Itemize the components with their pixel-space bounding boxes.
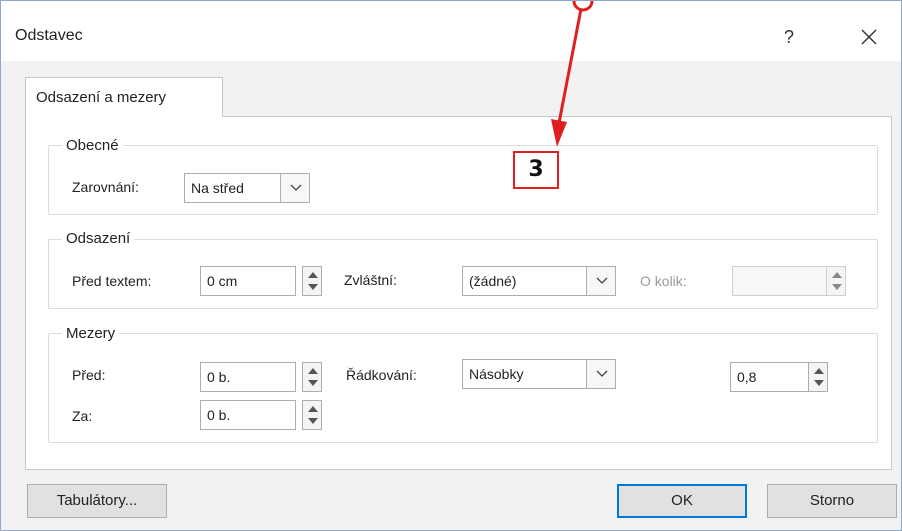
alignment-dropdown-button[interactable]: [280, 173, 310, 203]
spacing-heading: Mezery: [62, 325, 120, 342]
arrow-down-icon: [308, 380, 318, 386]
help-button[interactable]: ?: [773, 21, 805, 53]
chevron-down-icon: [290, 184, 302, 191]
close-button[interactable]: [849, 19, 889, 55]
arrow-down-icon: [832, 284, 842, 290]
special-dropdown-button[interactable]: [586, 266, 616, 296]
line-spacing-label: Řádkování:: [346, 367, 417, 383]
spacing-before-value: 0 b.: [207, 369, 231, 385]
spacing-after-label: Za:: [72, 408, 93, 424]
annotation-callout: 3: [513, 151, 559, 189]
line-spacing-dropdown[interactable]: Násobky: [462, 359, 588, 389]
spacing-before-input[interactable]: 0 b.: [200, 362, 296, 392]
line-spacing-at-input[interactable]: 0,8: [730, 362, 810, 392]
arrow-down-icon: [308, 284, 318, 290]
alignment-label: Zarovnání:: [72, 179, 139, 195]
line-spacing-at-spinner[interactable]: [808, 362, 828, 392]
title-bar: Odstavec ?: [1, 1, 901, 61]
spacing-after-input[interactable]: 0 b.: [200, 400, 296, 430]
cancel-button[interactable]: Storno: [767, 484, 897, 518]
by-label: O kolik:: [640, 273, 687, 289]
tabs-button[interactable]: Tabulátory...: [27, 484, 167, 518]
indentation-heading: Odsazení: [62, 230, 135, 247]
chevron-down-icon: [596, 370, 608, 377]
before-text-input[interactable]: 0 cm: [200, 266, 296, 296]
by-input[interactable]: [732, 266, 830, 296]
dialog-title: Odstavec: [15, 27, 83, 44]
line-spacing-dropdown-button[interactable]: [586, 359, 616, 389]
arrow-down-icon: [814, 380, 824, 386]
tab-label: Odsazení a mezery: [36, 89, 167, 106]
chevron-down-icon: [596, 277, 608, 284]
spacing-after-spinner[interactable]: [302, 400, 322, 430]
special-label: Zvláštní:: [344, 272, 397, 288]
general-heading: Obecné: [62, 137, 123, 154]
spacing-after-value: 0 b.: [207, 407, 231, 423]
arrow-up-icon: [308, 368, 318, 374]
arrow-up-icon: [308, 272, 318, 278]
general-group: [48, 145, 878, 215]
arrow-down-icon: [308, 418, 318, 424]
spacing-before-label: Před:: [72, 367, 106, 383]
before-text-spinner[interactable]: [302, 266, 322, 296]
arrow-up-icon: [814, 368, 824, 374]
arrow-up-icon: [832, 272, 842, 278]
line-spacing-value: Násobky: [469, 366, 524, 382]
arrow-up-icon: [308, 406, 318, 412]
alignment-dropdown[interactable]: Na střed: [184, 173, 282, 203]
spacing-before-spinner[interactable]: [302, 362, 322, 392]
close-icon: [861, 29, 877, 45]
before-text-label: Před textem:: [72, 273, 152, 289]
before-text-value: 0 cm: [207, 273, 238, 289]
special-value: (žádné): [469, 273, 517, 289]
tab-panel: Obecné Zarovnání: Na střed Odsazení Před…: [25, 116, 892, 470]
tab-indents-and-spacing[interactable]: Odsazení a mezery: [25, 77, 223, 117]
special-dropdown[interactable]: (žádné): [462, 266, 588, 296]
by-spinner[interactable]: [826, 266, 846, 296]
line-spacing-at-value: 0,8: [737, 369, 757, 385]
paragraph-dialog: Odstavec ? Odsazení a mezery Obecné Zaro…: [0, 0, 902, 531]
ok-button[interactable]: OK: [617, 484, 747, 518]
alignment-value: Na střed: [191, 180, 244, 196]
